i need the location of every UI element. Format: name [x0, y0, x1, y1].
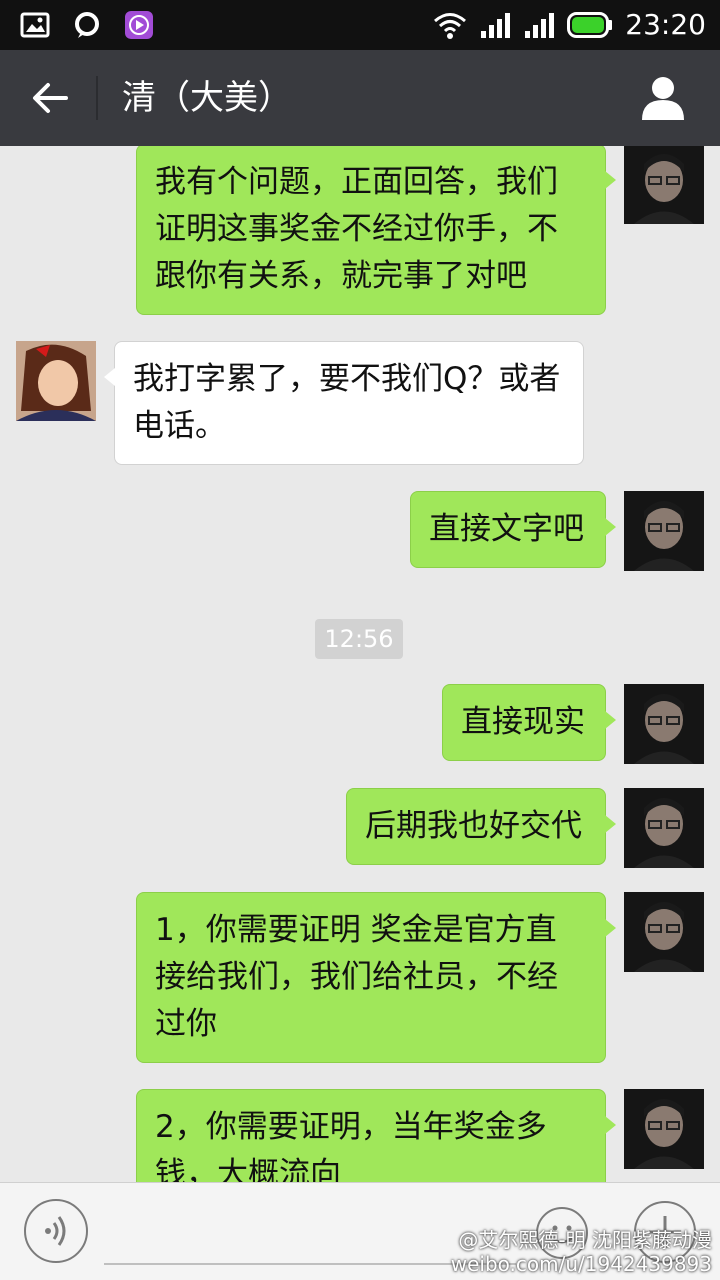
chat-icon: [75, 12, 99, 38]
chat-header: 清（大美）: [0, 50, 720, 146]
status-bar: 23:20: [0, 0, 720, 50]
avatar-me[interactable]: [624, 146, 704, 224]
signal-icon: [481, 12, 511, 38]
voice-button[interactable]: [24, 1199, 88, 1263]
message-list[interactable]: 我有个问题，正面回答，我们证明这事奖金不经过你手，不跟你有关系，就完事了对吧 我…: [0, 146, 720, 1182]
header-divider: [96, 76, 98, 120]
status-time: 23:20: [625, 8, 706, 41]
signal-icon: [525, 12, 555, 38]
message-bubble-me[interactable]: 直接文字吧: [410, 491, 616, 568]
avatar-me[interactable]: [624, 491, 704, 571]
gallery-icon: [20, 12, 50, 38]
avatar-me[interactable]: [624, 892, 704, 972]
message-bubble-me[interactable]: 2，你需要证明，当年奖金多钱，大概流向: [136, 1089, 616, 1182]
message-bubble-me[interactable]: 后期我也好交代: [346, 788, 616, 865]
avatar-me[interactable]: [624, 1089, 704, 1169]
avatar-contact[interactable]: [16, 341, 96, 421]
profile-icon[interactable]: [640, 74, 686, 122]
weibo-watermark: @艾尔熙德-明 沈阳紫藤动漫 weibo.com/u/1942439893: [451, 1228, 712, 1276]
chat-title: 清（大美）: [122, 78, 292, 118]
back-arrow-icon[interactable]: [28, 76, 72, 120]
message-bubble-me[interactable]: 1，你需要证明 奖金是官方直接给我们，我们给社员，不经过你: [136, 892, 616, 1063]
avatar-me[interactable]: [624, 684, 704, 764]
video-icon: [125, 11, 153, 39]
watermark-line-2: weibo.com/u/1942439893: [450, 1252, 712, 1276]
time-divider: 12:56: [315, 619, 403, 659]
avatar-me[interactable]: [624, 788, 704, 868]
watermark-line-1: @艾尔熙德-明 沈阳紫藤动漫: [458, 1228, 712, 1252]
wifi-icon: [434, 12, 467, 39]
message-bubble-contact[interactable]: 我打字累了，要不我们Q？或者电话。: [104, 341, 584, 465]
battery-icon: [567, 11, 613, 38]
voice-icon: [45, 1216, 66, 1246]
message-bubble-me[interactable]: 我有个问题，正面回答，我们证明这事奖金不经过你手，不跟你有关系，就完事了对吧: [136, 146, 616, 315]
message-bubble-me[interactable]: 直接现实: [442, 684, 616, 761]
